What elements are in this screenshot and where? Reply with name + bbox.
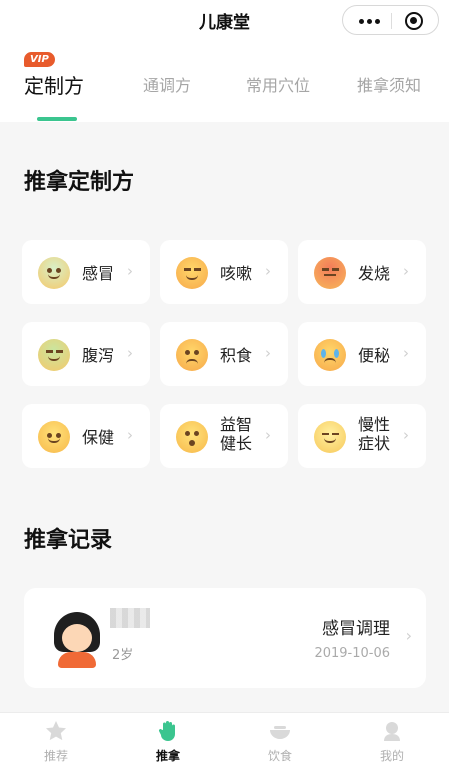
record-card[interactable]: 2岁 感冒调理 2019-10-06 › bbox=[24, 588, 426, 688]
chevron-right-icon: › bbox=[127, 344, 133, 362]
nav-label: 我的 bbox=[379, 749, 404, 763]
top-tabs: VIP 定制方 通调方 常用穴位 推拿须知 bbox=[0, 40, 449, 122]
card-fever[interactable]: 发烧 › bbox=[298, 240, 426, 304]
card-intelligence[interactable]: 益智 健长 › bbox=[160, 404, 288, 468]
user-icon bbox=[384, 722, 400, 741]
nauseated-face-icon bbox=[38, 339, 70, 371]
hand-icon bbox=[158, 721, 175, 741]
card-label: 感冒 bbox=[82, 264, 115, 283]
chevron-right-icon: › bbox=[265, 426, 271, 444]
chevron-right-icon: › bbox=[403, 426, 409, 444]
chevron-right-icon: › bbox=[403, 344, 409, 362]
card-cold[interactable]: 感冒 › bbox=[22, 240, 150, 304]
active-tab-indicator bbox=[37, 117, 77, 121]
nav-massage[interactable]: 推拿 bbox=[112, 713, 224, 770]
card-label: 发烧 bbox=[358, 264, 391, 283]
records-section-title: 推拿记录 bbox=[24, 528, 113, 553]
calm-face-icon bbox=[314, 421, 346, 453]
nav-mine[interactable]: 我的 bbox=[336, 713, 448, 770]
nav-diet[interactable]: 饮食 bbox=[224, 713, 336, 770]
close-target-icon[interactable] bbox=[405, 12, 423, 30]
custom-section-title: 推拿定制方 bbox=[24, 170, 135, 195]
card-chronic[interactable]: 慢性 症状 › bbox=[298, 404, 426, 468]
card-label: 腹泻 bbox=[82, 346, 115, 365]
vip-badge: VIP bbox=[24, 52, 55, 67]
nav-recommend[interactable]: 推荐 bbox=[0, 713, 112, 770]
card-label: 积食 bbox=[220, 346, 253, 365]
surprised-face-icon bbox=[176, 421, 208, 453]
worried-face-icon bbox=[176, 339, 208, 371]
chevron-right-icon: › bbox=[265, 262, 271, 280]
card-diarrhea[interactable]: 腹泻 › bbox=[22, 322, 150, 386]
blurred-child-name bbox=[110, 608, 150, 628]
hot-face-icon bbox=[314, 257, 346, 289]
avatar bbox=[52, 612, 102, 668]
chevron-right-icon: › bbox=[127, 262, 133, 280]
card-cough[interactable]: 咳嗽 › bbox=[160, 240, 288, 304]
card-label: 慢性 症状 bbox=[358, 415, 391, 453]
record-title: 感冒调理 bbox=[322, 619, 390, 639]
star-icon bbox=[46, 721, 66, 741]
crying-face-icon bbox=[314, 339, 346, 371]
nav-label: 推荐 bbox=[43, 749, 68, 763]
child-age: 2岁 bbox=[112, 648, 134, 663]
mini-program-capsule bbox=[342, 5, 439, 35]
chevron-right-icon: › bbox=[403, 262, 409, 280]
capsule-divider bbox=[391, 13, 392, 29]
card-label: 益智 健长 bbox=[220, 415, 253, 453]
card-health[interactable]: 保健 › bbox=[22, 404, 150, 468]
card-label: 保健 bbox=[82, 428, 115, 447]
nav-label: 饮食 bbox=[267, 749, 292, 763]
tab-acupoints[interactable]: 常用穴位 bbox=[246, 72, 310, 96]
tab-notes[interactable]: 推拿须知 bbox=[357, 72, 421, 96]
smiling-face-icon bbox=[38, 421, 70, 453]
record-date: 2019-10-06 bbox=[314, 646, 390, 661]
chevron-right-icon: › bbox=[127, 426, 133, 444]
card-constipation[interactable]: 便秘 › bbox=[298, 322, 426, 386]
more-icon[interactable] bbox=[359, 19, 380, 24]
bowl-icon bbox=[270, 726, 290, 739]
main-content: 推拿定制方 感冒 › 咳嗽 › 发烧 › 腹泻 › 积食 › 便秘 › 保健 ›… bbox=[0, 122, 449, 712]
sick-face-icon bbox=[38, 257, 70, 289]
squint-face-icon bbox=[176, 257, 208, 289]
nav-label: 推拿 bbox=[155, 749, 180, 763]
app-header: 儿康堂 bbox=[0, 0, 449, 40]
tab-general[interactable]: 通调方 bbox=[143, 72, 191, 96]
chevron-right-icon: › bbox=[405, 626, 412, 645]
tab-custom[interactable]: 定制方 bbox=[24, 70, 84, 99]
card-label: 便秘 bbox=[358, 346, 391, 365]
card-indigestion[interactable]: 积食 › bbox=[160, 322, 288, 386]
bottom-nav: 推荐 推拿 饮食 我的 bbox=[0, 712, 449, 770]
card-label: 咳嗽 bbox=[220, 264, 253, 283]
chevron-right-icon: › bbox=[265, 344, 271, 362]
